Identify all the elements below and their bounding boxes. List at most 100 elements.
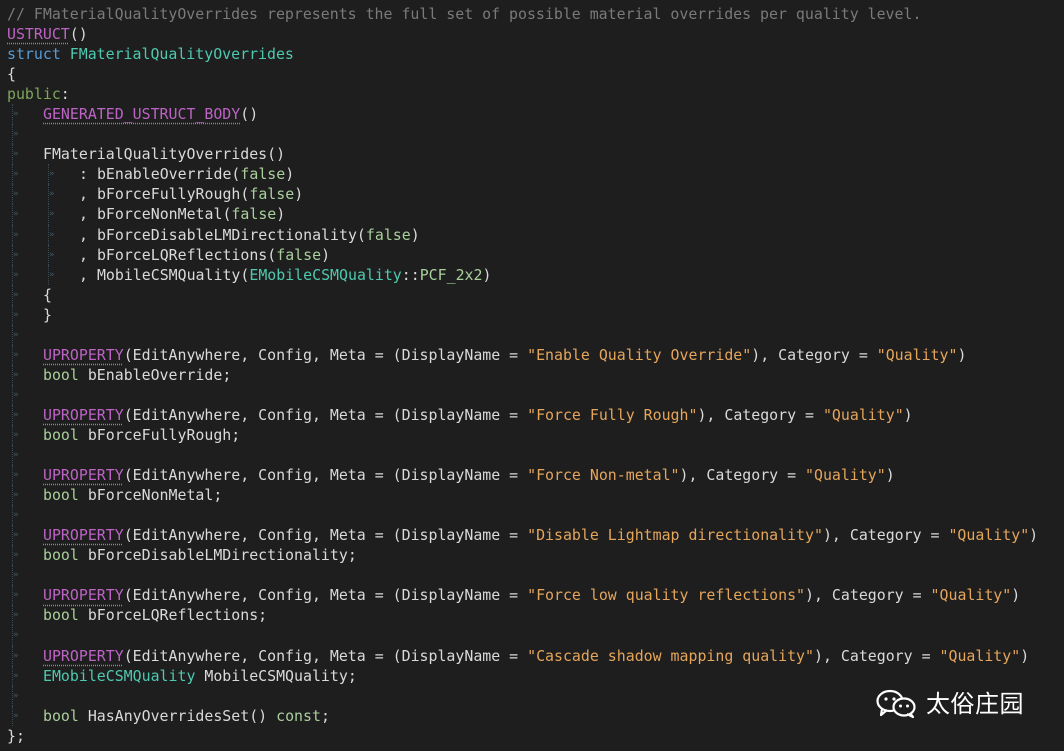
code-text: }; (7, 726, 25, 746)
code-token: ), Category = (822, 526, 949, 545)
code-line[interactable]: » (0, 625, 1064, 646)
code-token: bForceNonMetal (87, 486, 214, 505)
tab-marker: » (49, 249, 55, 260)
tab-marker: » (13, 450, 19, 461)
code-line[interactable]: » (0, 565, 1064, 586)
code-line[interactable]: » bool bEnableOverride; (0, 364, 1064, 385)
code-text: UPROPERTY(EditAnywhere, Config, Meta = (… (43, 525, 1038, 545)
code-token: ) (885, 466, 895, 485)
code-token: bool (43, 425, 88, 444)
code-token: USTRUCT (7, 25, 70, 44)
code-token: ) (1029, 526, 1039, 545)
code-line[interactable]: » (0, 324, 1064, 345)
code-token: bForceDisableLMDirectionality (96, 225, 357, 244)
code-token: ) (1011, 586, 1021, 605)
code-line[interactable]: » (0, 384, 1064, 405)
code-token: bForceNonMetal (96, 205, 223, 224)
code-token: ( (356, 225, 366, 244)
tab-marker: » (13, 309, 19, 320)
code-text: : bEnableOverride(false) (79, 164, 294, 184)
code-token: MobileCSMQuality (96, 265, 241, 284)
code-editor[interactable]: // FMaterialQualityOverrides represents … (0, 4, 1064, 751)
code-token: (EditAnywhere, Config, Meta = (DisplayNa… (123, 646, 528, 665)
code-line[interactable]: »{ (0, 284, 1064, 305)
code-text: { (7, 64, 16, 84)
code-text: UPROPERTY(EditAnywhere, Config, Meta = (… (43, 465, 895, 485)
code-line[interactable]: » EMobileCSMQuality MobileCSMQuality; (0, 665, 1064, 686)
code-token: false (231, 205, 277, 224)
code-line[interactable]: » »: bEnableOverride(false) (0, 164, 1064, 185)
code-text: , bForceDisableLMDirectionality(false) (79, 225, 420, 245)
code-token: ) (321, 245, 331, 264)
code-token: HasAnyOverridesSet (87, 706, 250, 725)
code-text: , bForceFullyRough(false) (79, 184, 303, 204)
code-line[interactable]: » bool bForceLQReflections; (0, 605, 1064, 626)
wechat-icon (876, 689, 916, 719)
code-line[interactable]: » UPROPERTY(EditAnywhere, Config, Meta = … (0, 465, 1064, 486)
code-line[interactable]: » (0, 505, 1064, 526)
code-lines: // FMaterialQualityOverrides represents … (0, 4, 1064, 746)
code-token: struct (7, 45, 70, 64)
code-line[interactable]: » bool bForceNonMetal; (0, 485, 1064, 506)
code-token: } (43, 305, 52, 324)
code-line[interactable]: »», bForceLQReflections(false) (0, 244, 1064, 265)
code-line[interactable]: » UPROPERTY(EditAnywhere, Config, Meta = … (0, 585, 1064, 606)
code-line[interactable]: »} (0, 304, 1064, 325)
code-token: , (79, 185, 97, 204)
code-line[interactable]: struct FMaterialQualityOverrides (0, 44, 1064, 64)
code-token: UPROPERTY (43, 646, 124, 665)
code-token: public (7, 85, 61, 104)
code-line[interactable]: { (0, 64, 1064, 84)
code-token: ; (347, 666, 357, 685)
code-token: () (267, 145, 286, 164)
tab-marker: » (13, 690, 19, 701)
code-token: "Quality" (876, 345, 958, 364)
code-text: // FMaterialQualityOverrides represents … (7, 4, 921, 24)
code-token: ( (267, 245, 277, 264)
tab-marker: » (13, 229, 19, 240)
code-token: , (79, 205, 97, 224)
watermark-text: 太俗庄园 (926, 690, 1024, 718)
code-token: "Force Fully Rough" (527, 405, 698, 424)
code-token: ), Category = (805, 586, 931, 605)
code-line[interactable]: // FMaterialQualityOverrides represents … (0, 4, 1064, 24)
code-token: EMobileCSMQuality (43, 666, 205, 685)
code-token: ) (903, 405, 913, 424)
code-line[interactable]: »», MobileCSMQuality(EMobileCSMQuality::… (0, 264, 1064, 285)
code-line[interactable]: »», bForceDisableLMDirectionality(false) (0, 224, 1064, 245)
code-line[interactable]: » bool bForceFullyRough; (0, 424, 1064, 446)
code-text: EMobileCSMQuality MobileCSMQuality; (43, 666, 357, 686)
code-line[interactable]: » » , bForceNonMetal(false) (0, 204, 1064, 225)
code-line[interactable]: » FMaterialQualityOverrides() (0, 144, 1064, 165)
code-token: false (249, 185, 295, 204)
code-text: public: (7, 84, 70, 104)
code-line[interactable]: » (0, 445, 1064, 466)
code-token: "Disable Lightmap directionality" (527, 526, 823, 545)
code-token: "Force low quality reflections" (527, 586, 806, 605)
code-line[interactable]: » UPROPERTY(EditAnywhere, Config, Meta = … (0, 525, 1064, 546)
code-token: (EditAnywhere, Config, Meta = (DisplayNa… (123, 405, 528, 424)
tab-marker: » (13, 429, 19, 440)
tab-marker: » (13, 650, 19, 661)
code-line[interactable]: » UPROPERTY(EditAnywhere, Config, Meta = … (0, 344, 1064, 365)
code-token: MobileCSMQuality (204, 666, 348, 685)
code-text: , bForceNonMetal(false) (79, 204, 285, 224)
code-line[interactable]: » bool bForceDisableLMDirectionality; (0, 545, 1064, 566)
tab-marker: » (13, 329, 19, 340)
tab-marker: » (13, 289, 19, 300)
tab-marker: » (13, 369, 19, 380)
code-token: "Enable Quality Override" (527, 345, 752, 364)
code-text: bool bForceFullyRough; (43, 425, 240, 445)
code-line[interactable]: »», bForceFullyRough(false) (0, 184, 1064, 205)
code-line[interactable]: }; (0, 726, 1064, 746)
code-token: false (240, 165, 286, 184)
code-line[interactable]: public: (0, 84, 1064, 104)
code-line[interactable]: USTRUCT() (0, 24, 1064, 44)
code-line[interactable]: » UPROPERTY(EditAnywhere, Config, Meta = … (0, 645, 1064, 666)
code-token: : (60, 85, 70, 104)
code-token: { (7, 65, 16, 84)
code-line[interactable]: » UPROPERTY(EditAnywhere, Config, Meta = … (0, 404, 1064, 425)
code-token: bool (43, 706, 88, 725)
code-line[interactable]: » GENERATED_USTRUCT_BODY() (0, 104, 1064, 125)
code-line[interactable]: » (0, 124, 1064, 145)
